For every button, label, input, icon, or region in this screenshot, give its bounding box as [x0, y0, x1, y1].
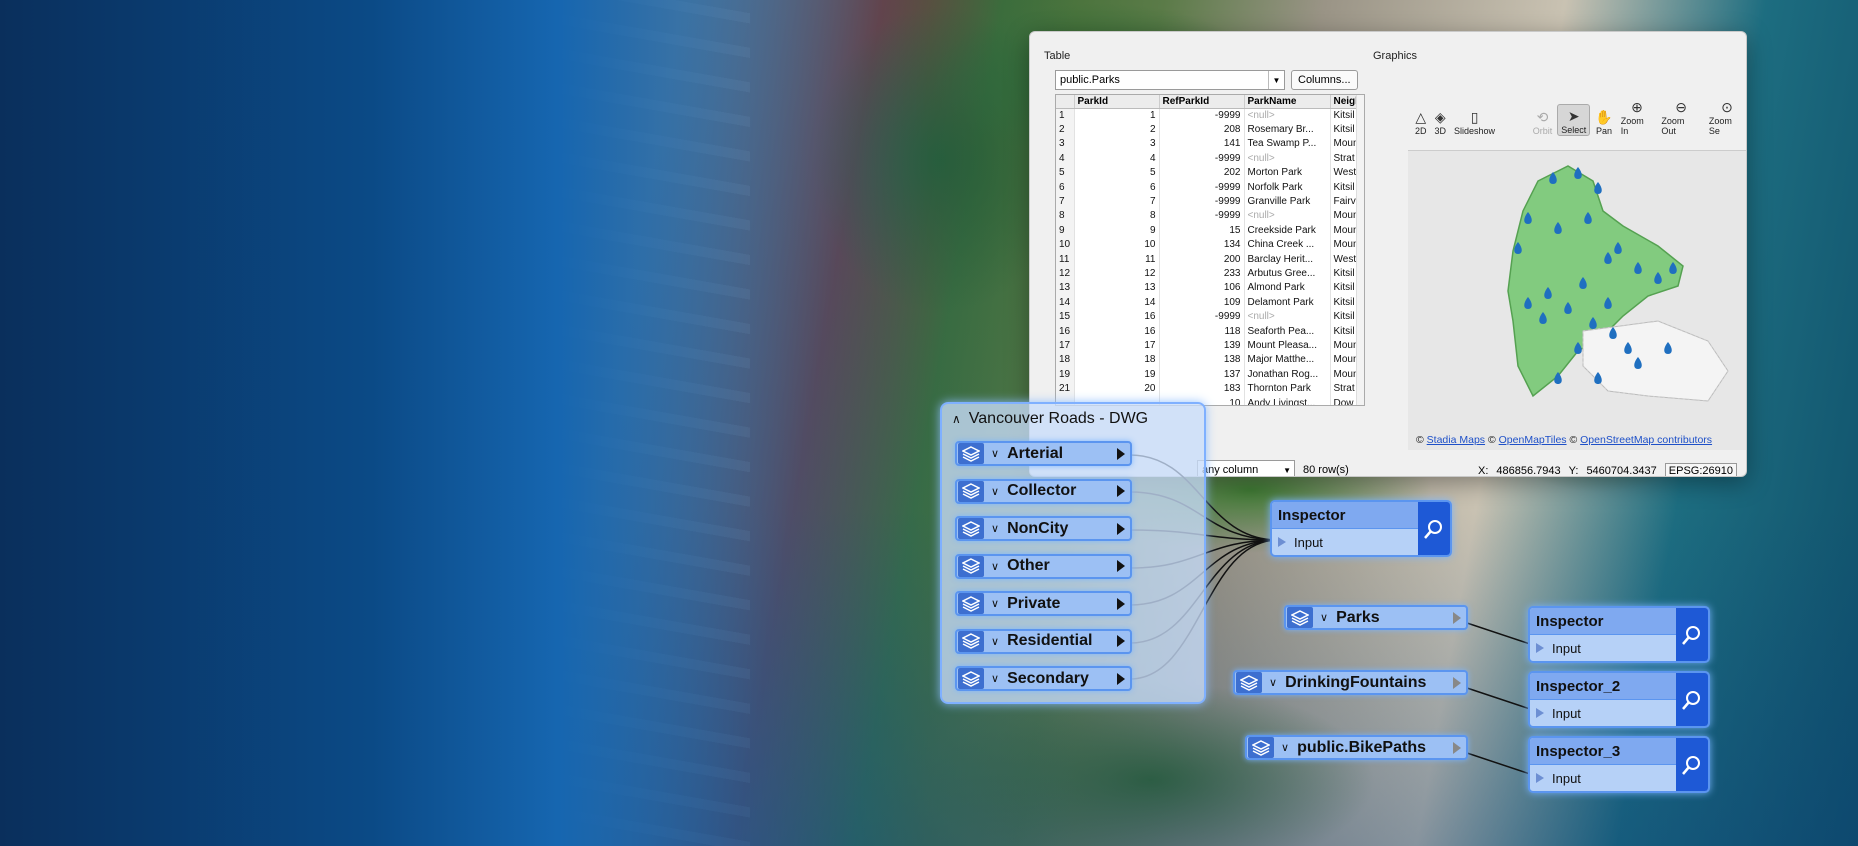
output-port[interactable] — [1117, 597, 1125, 610]
feature-type-residential[interactable]: ∨ Residential — [955, 628, 1132, 654]
layers-icon — [1236, 672, 1262, 693]
input-port-icon[interactable] — [1536, 708, 1544, 718]
layers-icon — [1287, 607, 1313, 628]
chevron-down-icon[interactable]: ∨ — [1269, 676, 1277, 689]
output-port[interactable] — [1453, 676, 1461, 689]
feature-type-name: Residential — [1007, 632, 1093, 649]
feature-type-collector[interactable]: ∨ Collector — [955, 478, 1132, 504]
feature-type-secondary[interactable]: ∨ Secondary — [955, 666, 1132, 691]
output-port[interactable] — [1117, 485, 1125, 497]
feature-type-private[interactable]: ∨ Private — [955, 591, 1132, 616]
chevron-down-icon[interactable]: ∨ — [991, 447, 999, 460]
layers-icon — [958, 593, 984, 614]
chevron-down-icon[interactable]: ∨ — [991, 635, 999, 648]
feature-type-arterial[interactable]: ∨ Arterial — [955, 441, 1132, 466]
bookmark-title: Vancouver Roads - DWG — [968, 410, 1149, 427]
reader-drinkingfountains[interactable]: ∨ DrinkingFountains — [1233, 670, 1468, 695]
output-port[interactable] — [1453, 611, 1461, 624]
magnifier-icon[interactable] — [1676, 738, 1708, 791]
chevron-down-icon[interactable]: ∨ — [1281, 741, 1289, 754]
layers-icon — [958, 443, 984, 464]
reader-parks[interactable]: ∨ Parks — [1284, 605, 1468, 630]
reader-name: public.BikePaths — [1297, 738, 1426, 756]
output-port[interactable] — [1117, 672, 1125, 685]
input-port-label: Input — [1552, 640, 1581, 656]
inspector-node-1[interactable]: Inspector Input — [1270, 500, 1452, 557]
layers-icon — [958, 668, 984, 689]
reader-public-bikepaths[interactable]: ∨ public.BikePaths — [1245, 735, 1468, 760]
output-port[interactable] — [1453, 741, 1461, 754]
feature-type-name: Collector — [1007, 482, 1077, 499]
output-port[interactable] — [1117, 447, 1125, 460]
inspector-node-2[interactable]: Inspector Input — [1528, 606, 1710, 663]
collapse-chevron-icon[interactable]: ∧ — [952, 412, 961, 426]
layers-icon — [958, 518, 984, 539]
input-port-label: Input — [1552, 770, 1581, 786]
feature-type-name: Secondary — [1007, 669, 1089, 687]
output-port[interactable] — [1117, 635, 1125, 647]
feature-type-other[interactable]: ∨ Other — [955, 553, 1132, 579]
feature-type-noncity[interactable]: ∨ NonCity — [955, 516, 1132, 541]
magnifier-icon[interactable] — [1418, 502, 1450, 555]
reader-name: Parks — [1336, 608, 1380, 626]
feature-type-name: Private — [1007, 594, 1061, 612]
chevron-down-icon[interactable]: ∨ — [1320, 611, 1328, 624]
input-port-icon[interactable] — [1278, 537, 1286, 547]
output-port[interactable] — [1117, 522, 1125, 535]
inspector-node-3[interactable]: Inspector_2 Input — [1528, 671, 1710, 728]
input-port-icon[interactable] — [1536, 773, 1544, 783]
feature-type-name: NonCity — [1007, 519, 1069, 537]
chevron-down-icon[interactable]: ∨ — [991, 560, 999, 573]
layers-icon — [958, 555, 984, 577]
input-port-icon[interactable] — [1536, 643, 1544, 653]
chevron-down-icon[interactable]: ∨ — [991, 485, 999, 498]
layers-icon — [958, 630, 984, 652]
chevron-down-icon[interactable]: ∨ — [991, 522, 999, 535]
magnifier-icon[interactable] — [1676, 673, 1708, 726]
bookmark-header[interactable]: ∧ Vancouver Roads - DWG — [952, 410, 1148, 428]
layers-icon — [958, 480, 984, 502]
reader-name: DrinkingFountains — [1285, 673, 1427, 691]
inspector-node-4[interactable]: Inspector_3 Input — [1528, 736, 1710, 793]
layers-icon — [1248, 737, 1274, 758]
input-port-label: Input — [1294, 534, 1323, 550]
magnifier-icon[interactable] — [1676, 608, 1708, 661]
feature-type-name: Other — [1007, 557, 1050, 574]
feature-type-name: Arterial — [1007, 444, 1064, 462]
input-port-label: Input — [1552, 705, 1581, 721]
output-port[interactable] — [1117, 560, 1125, 572]
chevron-down-icon[interactable]: ∨ — [991, 597, 999, 610]
chevron-down-icon[interactable]: ∨ — [991, 672, 999, 685]
